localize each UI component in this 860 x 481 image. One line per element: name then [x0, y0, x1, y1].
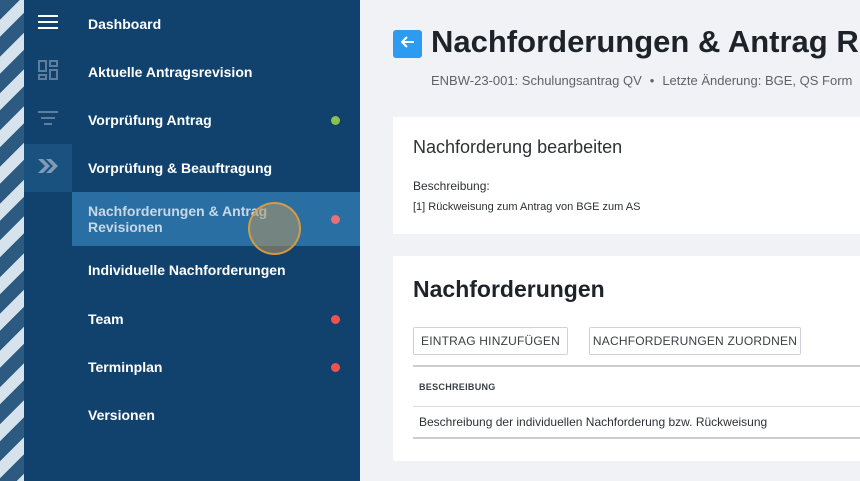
- project-id: ENBW-23-001: Schulungsantrag QV: [431, 73, 642, 88]
- page-subtitle: ENBW-23-001: Schulungsantrag QV • Letzte Ä…: [431, 73, 852, 88]
- icon-rail: [24, 0, 72, 481]
- menu-toggle-button[interactable]: [24, 0, 72, 48]
- list-filter-icon: [38, 110, 58, 131]
- status-dot-green: [331, 115, 340, 125]
- menu-icon: [38, 14, 58, 35]
- sidebar-item-vorpruefung-antrag[interactable]: Vorprüfung Antrag: [72, 96, 360, 144]
- edit-card: Nachforderung bearbeiten Beschreibung: […: [393, 117, 860, 234]
- click-indicator: [248, 202, 301, 255]
- sidebar-item-label: Terminplan: [88, 359, 163, 375]
- sidebar-item-team[interactable]: Team: [72, 295, 360, 343]
- add-entry-button[interactable]: EINTRAG HINZUFÜGEN: [413, 327, 568, 355]
- requests-table: BESCHREIBUNG Beschreibung der individuel…: [413, 365, 860, 439]
- description-value: [1] Rückweisung zum Antrag von BGE zum A…: [413, 201, 641, 213]
- status-dot-red: [331, 362, 340, 372]
- rail-dashboard-button[interactable]: [24, 48, 72, 96]
- sidebar-item-label: Vorprüfung Antrag: [88, 112, 212, 128]
- arrow-left-icon: [400, 35, 415, 53]
- sidebar-item-individuelle-nachforderungen[interactable]: Individuelle Nachforderungen: [72, 246, 360, 294]
- rail-filter-button[interactable]: [24, 96, 72, 144]
- sidebar-item-versionen[interactable]: Versionen: [72, 391, 360, 439]
- assign-requests-button[interactable]: NACHFORDERUNGEN ZUORDNEN: [589, 327, 801, 355]
- sidebar-item-label: Aktuelle Antragsrevision: [88, 64, 253, 80]
- decorative-stripe: [0, 0, 24, 481]
- status-dot-red: [331, 314, 340, 324]
- last-change: Letzte Änderung: BGE, QS Form: [662, 73, 853, 88]
- sidebar-item-dashboard[interactable]: Dashboard: [72, 0, 360, 48]
- page-title: Nachforderungen & Antrag Re: [431, 24, 860, 59]
- sidebar-item-label: Individuelle Nachforderungen: [88, 262, 286, 278]
- description-label: Beschreibung:: [413, 179, 490, 193]
- main-content: Nachforderungen & Antrag Re ENBW-23-001:…: [360, 0, 860, 481]
- dashboard-icon: [38, 59, 58, 85]
- sidebar-menu: Dashboard Aktuelle Antragsrevision Vorpr…: [72, 0, 360, 481]
- edit-card-title: Nachforderung bearbeiten: [413, 137, 623, 157]
- column-header-description[interactable]: BESCHREIBUNG: [413, 365, 860, 407]
- subtitle-separator: •: [649, 73, 655, 88]
- sidebar-item-label: Dashboard: [88, 16, 162, 32]
- sidebar-item-label: Vorprüfung & Beauftragung: [88, 160, 273, 176]
- table-row[interactable]: Beschreibung der individuellen Nachforde…: [413, 407, 860, 439]
- sidebar-item-label: Team: [88, 311, 124, 327]
- requests-card: Nachforderungen EINTRAG HINZUFÜGEN NACHF…: [393, 256, 860, 461]
- rail-workflow-button[interactable]: [24, 144, 72, 192]
- sidebar-item-vorpruefung-beauftragung[interactable]: Vorprüfung & Beauftragung: [72, 144, 360, 192]
- back-button[interactable]: [393, 30, 422, 58]
- requests-card-title: Nachforderungen: [413, 276, 605, 302]
- sidebar-item-terminplan[interactable]: Terminplan: [72, 343, 360, 391]
- status-dot-red: [331, 214, 340, 224]
- sidebar-item-nachforderungen-antrag-revisionen[interactable]: Nachforderungen & Antrag Revisionen: [72, 192, 360, 246]
- double-chevron-right-icon: [37, 158, 59, 179]
- sidebar-item-aktuelle-antragsrevision[interactable]: Aktuelle Antragsrevision: [72, 48, 360, 96]
- sidebar-item-label: Versionen: [88, 407, 155, 423]
